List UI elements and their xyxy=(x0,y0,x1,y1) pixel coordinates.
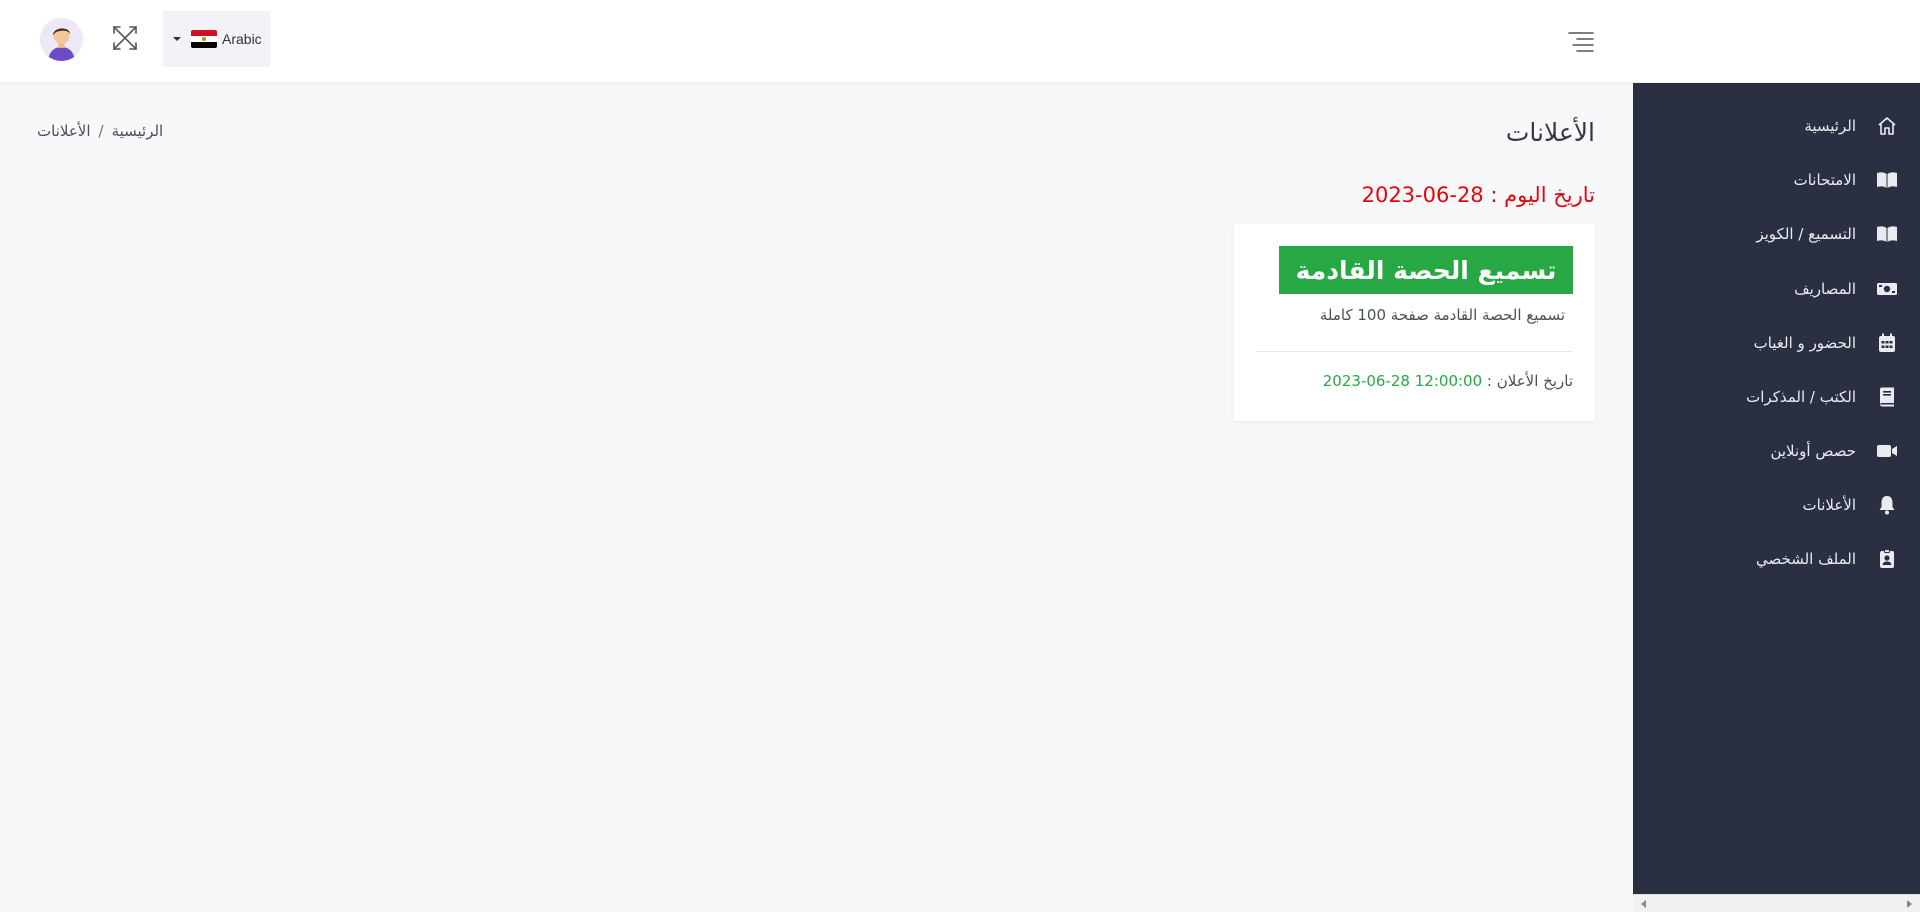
announcement-date-value: 12:00:00 28-06-2023 xyxy=(1322,372,1483,390)
calendar-icon xyxy=(1876,332,1898,354)
sidebar-item-home[interactable]: الرئيسية xyxy=(1648,111,1898,141)
home-icon xyxy=(1876,115,1898,137)
menu-toggle-icon xyxy=(1568,32,1594,52)
sidebar-horizontal-scrollbar[interactable] xyxy=(1633,894,1920,912)
caret-down-icon xyxy=(173,37,181,41)
book-icon xyxy=(1876,386,1898,408)
video-icon xyxy=(1876,440,1898,462)
sidebar-item-exams[interactable]: الامتحانات xyxy=(1648,165,1898,195)
breadcrumb-home-link[interactable]: الرئيسية xyxy=(112,122,164,140)
sidebar-item-label: حصص أونلاين xyxy=(1770,442,1856,460)
user-avatar[interactable] xyxy=(40,18,83,61)
breadcrumb-separator: / xyxy=(98,122,104,140)
language-label: Arabic xyxy=(222,31,262,47)
today-date-label: تاريخ اليوم : xyxy=(1490,183,1595,207)
sidebar-item-label: الامتحانات xyxy=(1793,171,1856,189)
id-badge-icon xyxy=(1876,548,1898,570)
announcement-date: تاريخ الأعلان : 12:00:00 28-06-2023 xyxy=(1323,372,1573,390)
egypt-flag-icon xyxy=(191,30,217,48)
page-title: الأعلانات xyxy=(1505,118,1595,147)
book-open-icon xyxy=(1876,223,1898,245)
sidebar-item-attendance[interactable]: الحضور و الغياب xyxy=(1648,328,1898,358)
sidebar: الرئيسية الامتحانات التسميع / الكويز الم… xyxy=(1633,83,1920,912)
announcement-date-label: تاريخ الأعلان : xyxy=(1486,372,1573,390)
scroll-right-icon[interactable] xyxy=(1907,900,1912,908)
fullscreen-button[interactable] xyxy=(111,24,139,52)
today-date-value: 28-06-2023 xyxy=(1361,183,1484,207)
menu-toggle-button[interactable] xyxy=(1567,30,1595,54)
money-icon xyxy=(1876,278,1898,300)
user-avatar-icon xyxy=(40,18,83,61)
sidebar-item-quiz[interactable]: التسميع / الكويز xyxy=(1648,219,1898,249)
breadcrumb: الرئيسية / الأعلانات xyxy=(37,122,163,140)
sidebar-item-label: المصاريف xyxy=(1794,280,1856,298)
bell-icon xyxy=(1876,494,1898,516)
sidebar-item-label: الحضور و الغياب xyxy=(1753,334,1856,352)
announcement-title: تسميع الحصة القادمة xyxy=(1279,246,1573,294)
language-dropdown[interactable]: Arabic xyxy=(163,11,270,67)
breadcrumb-current: الأعلانات xyxy=(37,122,91,140)
sidebar-item-label: الأعلانات xyxy=(1802,496,1857,514)
top-bar: Arabic xyxy=(0,0,1920,82)
sidebar-item-fees[interactable]: المصاريف xyxy=(1648,274,1898,304)
sidebar-item-label: التسميع / الكويز xyxy=(1756,225,1856,243)
today-date: تاريخ اليوم : 28-06-2023 xyxy=(1362,183,1595,207)
sidebar-item-profile[interactable]: الملف الشخصي xyxy=(1648,544,1898,574)
announcement-description: تسميع الحصة القادمة صفحة 100 كاملة xyxy=(1319,306,1565,324)
sidebar-item-books[interactable]: الكتب / المذكرات xyxy=(1648,382,1898,412)
sidebar-item-announcements[interactable]: الأعلانات xyxy=(1648,490,1898,520)
divider xyxy=(1257,351,1572,352)
announcement-card: تسميع الحصة القادمة تسميع الحصة القادمة … xyxy=(1234,224,1595,421)
scroll-left-icon[interactable] xyxy=(1641,900,1646,908)
book-open-icon xyxy=(1876,169,1898,191)
sidebar-item-label: الكتب / المذكرات xyxy=(1746,388,1856,406)
sidebar-item-label: الملف الشخصي xyxy=(1756,550,1856,568)
sidebar-item-online-classes[interactable]: حصص أونلاين xyxy=(1648,436,1898,466)
sidebar-item-label: الرئيسية xyxy=(1804,117,1856,135)
fullscreen-icon xyxy=(113,26,137,50)
